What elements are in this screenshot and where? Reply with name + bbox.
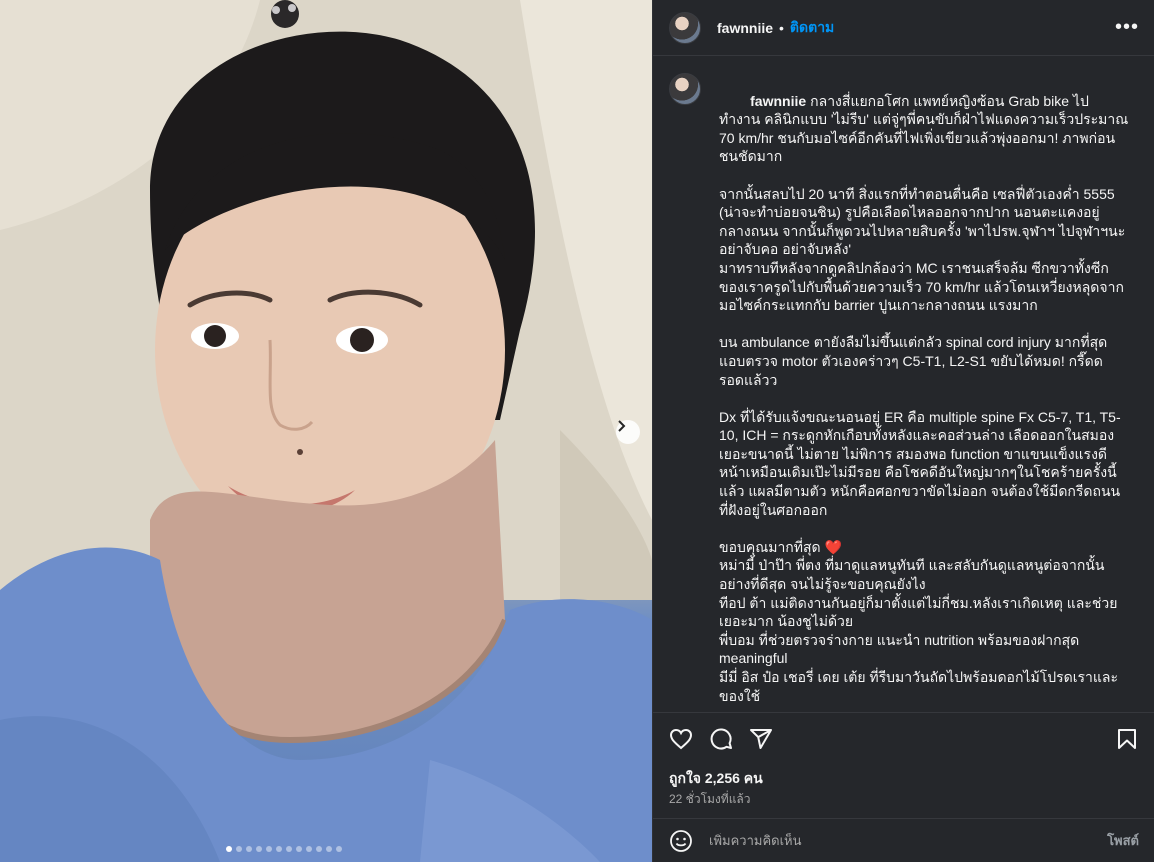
caption-paragraph-gap — [719, 519, 1129, 538]
caption-scroll-area[interactable]: fawnniie กลางสี่แยกอโศก แพทย์หญิงซ้อน Gra… — [653, 57, 1154, 710]
carousel-dot — [306, 846, 312, 852]
post-actions — [653, 712, 1154, 762]
post-media[interactable] — [0, 0, 652, 862]
carousel-dot — [326, 846, 332, 852]
caption-paragraph-gap — [719, 389, 1129, 408]
heart-icon[interactable] — [669, 727, 693, 751]
caption-paragraph: ทีอป ต้า แม่ติดงานกันอยู่ก็มาตั้งแต่ไม่ก… — [719, 594, 1118, 630]
comment-bar: โพสต์ — [653, 818, 1154, 862]
avatar[interactable] — [669, 11, 701, 44]
caption-paragraph: มาทราบทีหลังจากดูคลิปกล้องว่า MC เราชนเส… — [719, 259, 1124, 314]
caption-paragraph-gap — [719, 166, 1129, 185]
carousel-indicator — [226, 846, 342, 852]
bookmark-icon[interactable] — [1115, 727, 1139, 751]
caption-paragraph: จากนั้นสลบไป 20 นาที สิ่งแรกที่ทำตอนตื่น… — [719, 185, 1130, 258]
carousel-dot — [266, 846, 272, 852]
caption-text: fawnniie กลางสี่แยกอโศก แพทย์หญิงซ้อน Gra… — [719, 73, 1129, 710]
carousel-dot — [286, 846, 292, 852]
carousel-dot — [236, 846, 242, 852]
caption-username[interactable]: fawnniie — [750, 93, 806, 109]
caption-paragraph: ขอบพระคุณ — [719, 705, 1129, 710]
post-comment-button[interactable]: โพสต์ — [1107, 830, 1139, 851]
caption-paragraph: บน ambulance ตายังลืมไม่ขึ้นแต่กลัว spin… — [719, 334, 1112, 388]
caption-paragraph: Dx ที่ได้รับแจ้งขณะนอนอยู่ ER คือ multip… — [719, 408, 1121, 518]
caption-paragraph: พี่บอม ที่ช่วยตรวจร่างกาย แนะนำ nutritio… — [719, 631, 1084, 667]
header-username[interactable]: fawnniie — [717, 20, 773, 36]
comment-input[interactable] — [709, 833, 1108, 848]
header-separator: • — [779, 19, 784, 36]
carousel-next-button[interactable] — [616, 420, 640, 444]
caption-paragraph: หม่ามี้ ป่าป๊า พี่ตง ที่มาดูแลหนูทันที แ… — [719, 557, 1105, 593]
carousel-dot — [246, 846, 252, 852]
emoji-icon[interactable] — [669, 829, 693, 853]
more-options-icon[interactable]: ••• — [1115, 17, 1139, 37]
post-panel: fawnniie • ติดตาม ••• fawnniie กลางสี่แยก… — [652, 0, 1154, 862]
selfie-photo — [0, 0, 652, 862]
share-icon[interactable] — [749, 727, 773, 751]
caption-paragraph: ขอบคุณมากที่สุด ❤️ — [719, 538, 842, 555]
comment-icon[interactable] — [709, 727, 733, 751]
caption-avatar[interactable] — [669, 73, 701, 105]
carousel-dot — [226, 846, 232, 852]
carousel-dot — [316, 846, 322, 852]
post-header: fawnniie • ติดตาม ••• — [653, 0, 1154, 56]
carousel-dot — [296, 846, 302, 852]
caption-paragraph-gap — [719, 315, 1129, 334]
carousel-dot — [276, 846, 282, 852]
chevron-right-icon — [618, 420, 626, 432]
caption-paragraph: มีมี่ อิส ป๋อ เชอรี่ เดย เต้ย ที่รีบมาวั… — [719, 669, 1119, 704]
likes-count[interactable]: ถูกใจ 2,256 คน — [669, 768, 763, 790]
follow-button[interactable]: ติดตาม — [790, 17, 834, 39]
carousel-dot — [256, 846, 262, 852]
post-timestamp[interactable]: 22 ชั่วโมงที่แล้ว — [669, 790, 751, 809]
carousel-dot — [336, 846, 342, 852]
